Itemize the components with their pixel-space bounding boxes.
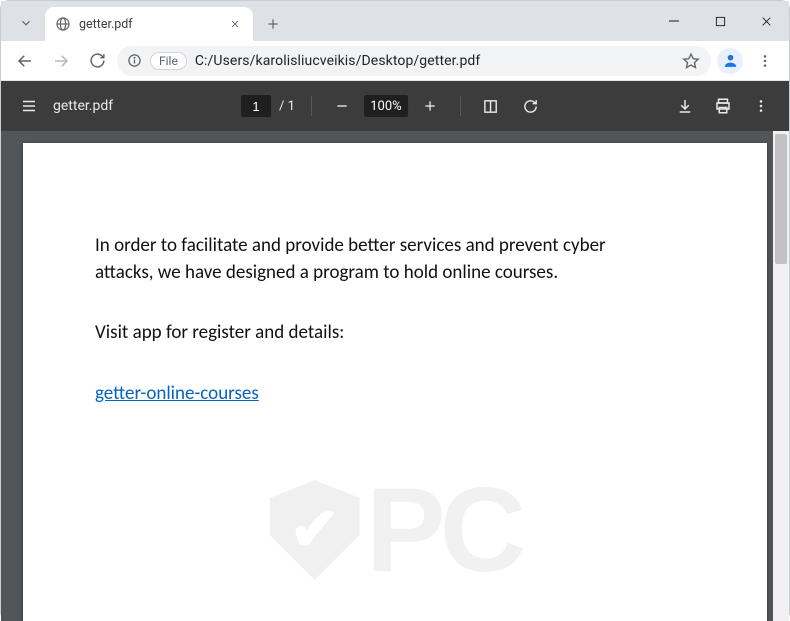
fit-page-button[interactable] (473, 88, 509, 124)
minimize-button[interactable] (651, 1, 697, 41)
scrollbar[interactable] (773, 131, 789, 621)
url-text: C:/Users/karolisliucveikis/Desktop/gette… (195, 53, 481, 69)
pdf-paragraph: Visit app for register and details: (95, 320, 655, 347)
zoom-out-button[interactable] (324, 88, 360, 124)
pdf-page: ✔ PC risk.com In order to facilitate and… (23, 143, 767, 621)
pdf-link[interactable]: getter-online-courses (95, 382, 259, 405)
forward-button[interactable] (45, 45, 77, 77)
scroll-thumb[interactable] (775, 134, 787, 264)
new-tab-button[interactable] (259, 10, 287, 38)
pdf-paragraph: In order to facilitate and provide bette… (95, 233, 655, 286)
zoom-in-button[interactable] (412, 88, 448, 124)
reload-button[interactable] (81, 45, 113, 77)
browser-menu-button[interactable] (749, 45, 781, 77)
close-window-button[interactable] (743, 1, 789, 41)
browser-tab[interactable]: getter.pdf (45, 7, 253, 41)
pdf-menu-button[interactable] (11, 88, 47, 124)
address-bar: File C:/Users/karolisliucveikis/Desktop/… (1, 41, 789, 81)
url-input[interactable]: File C:/Users/karolisliucveikis/Desktop/… (117, 46, 711, 76)
window-controls (651, 1, 789, 41)
print-button[interactable] (705, 88, 741, 124)
globe-icon (55, 16, 71, 32)
shield-icon: ✔ (270, 480, 360, 580)
zoom-level[interactable]: 100% (364, 95, 408, 117)
tab-title: getter.pdf (79, 17, 219, 32)
pdf-viewer[interactable]: ✔ PC risk.com In order to facilitate and… (1, 131, 789, 621)
page-total: / 1 (275, 99, 299, 114)
tab-search-button[interactable] (13, 10, 39, 36)
pdf-center-tools: / 1 100% (241, 88, 549, 124)
pdf-right-tools (667, 88, 779, 124)
info-icon (127, 53, 142, 68)
back-button[interactable] (9, 45, 41, 77)
maximize-button[interactable] (697, 1, 743, 41)
toolbar-divider (311, 96, 312, 116)
rotate-button[interactable] (513, 88, 549, 124)
profile-button[interactable] (717, 48, 743, 74)
file-chip: File (150, 52, 187, 70)
pdf-title: getter.pdf (53, 98, 113, 114)
tab-close-button[interactable] (227, 16, 243, 32)
pdf-toolbar: getter.pdf / 1 100% (1, 81, 789, 131)
toolbar-divider (460, 96, 461, 116)
pdf-more-button[interactable] (743, 88, 779, 124)
bookmark-star-icon[interactable] (681, 51, 701, 71)
download-button[interactable] (667, 88, 703, 124)
page-number-input[interactable] (241, 95, 271, 117)
browser-titlebar: getter.pdf (1, 1, 789, 41)
